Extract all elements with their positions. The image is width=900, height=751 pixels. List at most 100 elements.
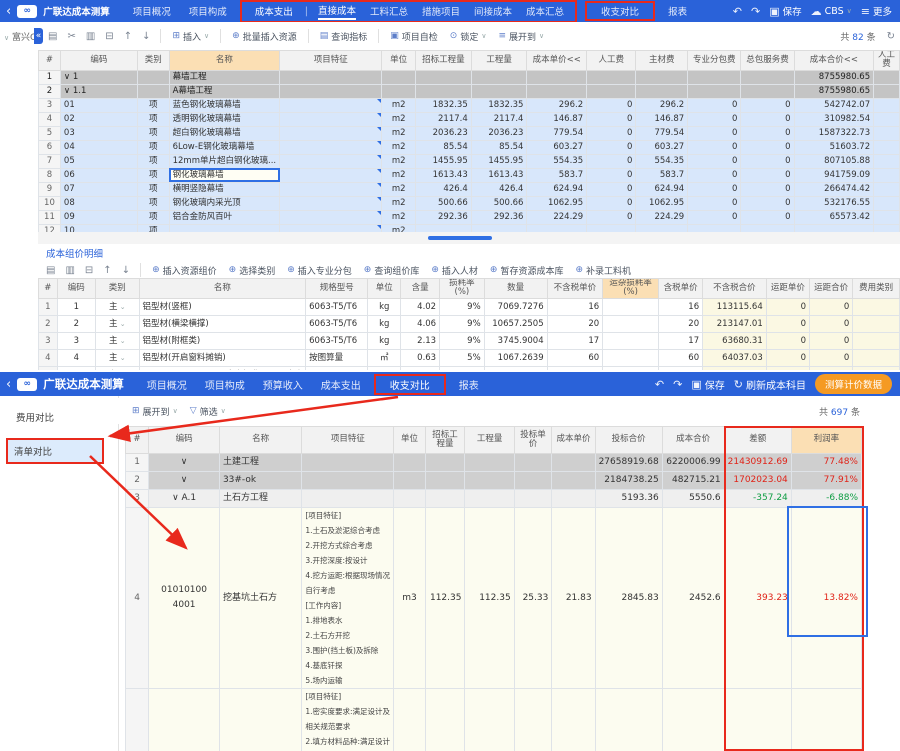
cell[interactable]: 0 bbox=[741, 126, 794, 140]
table-row[interactable]: 705项12mm单片超白钢化玻璃...m21455.951455.95554.3… bbox=[39, 154, 900, 168]
column-header[interactable]: # bbox=[126, 427, 149, 454]
cell[interactable]: 25.33 bbox=[514, 508, 552, 689]
expand-to-button[interactable]: ≡展开到∨ bbox=[498, 30, 544, 43]
refresh-cost-subjects-button[interactable]: ↻刷新成本科目 bbox=[734, 377, 806, 392]
column-header[interactable]: 专业分包费 bbox=[688, 51, 741, 71]
cell[interactable]: 1832.35 bbox=[471, 98, 527, 112]
cell[interactable] bbox=[169, 224, 279, 232]
cell[interactable]: 2 bbox=[126, 472, 149, 490]
cell[interactable] bbox=[547, 366, 603, 370]
cell[interactable]: 779.54 bbox=[527, 126, 587, 140]
cell[interactable] bbox=[465, 490, 514, 508]
table-row[interactable]: 503项超白钢化玻璃幕墙m22036.232036.23779.540779.5… bbox=[39, 126, 900, 140]
cell[interactable] bbox=[874, 84, 900, 98]
cell[interactable] bbox=[527, 70, 587, 84]
cell[interactable]: 4 bbox=[126, 508, 149, 689]
cell[interactable]: 75.83 bbox=[465, 689, 514, 751]
cell[interactable]: 9% bbox=[440, 298, 485, 315]
cell[interactable]: 6Low-E+12A+6mm中空钢化Low-E玻璃 bbox=[139, 366, 306, 370]
subtab-cost-summary[interactable]: 成本汇总 bbox=[526, 4, 564, 18]
cell[interactable]: 01010300 4001 bbox=[149, 689, 220, 751]
scrollbar-thumb[interactable] bbox=[428, 236, 492, 240]
cell[interactable]: 1455.95 bbox=[471, 154, 527, 168]
cell[interactable]: 主 bbox=[96, 366, 140, 370]
column-header[interactable]: 编码 bbox=[149, 427, 220, 454]
insert-button[interactable]: ⊞插入∨ bbox=[172, 30, 209, 43]
cell[interactable]: 横明竖隐幕墙 bbox=[169, 182, 279, 196]
cell[interactable]: 146.87 bbox=[636, 112, 688, 126]
cell[interactable]: 0 bbox=[766, 332, 809, 349]
cell[interactable]: 583.7 bbox=[636, 168, 688, 182]
cell[interactable]: 779.54 bbox=[636, 126, 688, 140]
table-row[interactable]: 3∨ A.1土石方工程5193.365550.6-357.24-6.88% bbox=[126, 490, 862, 508]
cell[interactable] bbox=[552, 454, 595, 472]
cell[interactable]: 0 bbox=[688, 112, 741, 126]
cell[interactable] bbox=[280, 126, 382, 140]
cell[interactable]: 槽、坑回填方 bbox=[219, 689, 301, 751]
cell[interactable]: 土石方工程 bbox=[219, 490, 301, 508]
column-header[interactable]: 运杂损耗率(%) bbox=[603, 279, 659, 299]
cell[interactable] bbox=[280, 140, 382, 154]
column-header[interactable]: 成本合价 bbox=[662, 427, 724, 454]
cell[interactable] bbox=[514, 472, 552, 490]
column-header[interactable]: 项目特征 bbox=[302, 427, 394, 454]
cut-icon[interactable]: ✂ bbox=[67, 31, 75, 42]
cell[interactable]: 0 bbox=[741, 140, 794, 154]
cell[interactable]: 0 bbox=[810, 298, 853, 315]
cell[interactable] bbox=[874, 182, 900, 196]
redo-icon[interactable]: ↷ bbox=[751, 5, 760, 18]
cell[interactable]: 0 bbox=[741, 168, 794, 182]
cell[interactable]: 33#-ok bbox=[219, 472, 301, 490]
cell[interactable] bbox=[465, 472, 514, 490]
cell[interactable]: 12mm单片超白钢化玻璃... bbox=[169, 154, 279, 168]
cell[interactable]: 项 bbox=[137, 224, 169, 232]
cell[interactable] bbox=[853, 349, 900, 366]
cell[interactable]: 310982.54 bbox=[794, 112, 874, 126]
cell[interactable]: 482715.21 bbox=[662, 472, 724, 490]
cell[interactable]: 01 bbox=[60, 98, 137, 112]
cell[interactable]: 426.4 bbox=[416, 182, 472, 196]
cell[interactable]: 5 bbox=[39, 366, 58, 370]
project-selector[interactable]: ∨ 富兴C bbox=[4, 30, 34, 43]
tab-project-structure[interactable]: 项目构成 bbox=[189, 4, 227, 18]
cell[interactable]: ∨ 1.1 bbox=[60, 84, 137, 98]
column-header[interactable]: 工程量 bbox=[471, 51, 527, 71]
cell[interactable] bbox=[688, 224, 741, 232]
sidebar-item-list-compare[interactable]: 清单对比 bbox=[6, 438, 104, 464]
expand-to-dropdown[interactable]: ⊞展开到∨ bbox=[132, 405, 178, 418]
cell[interactable] bbox=[874, 210, 900, 224]
cell[interactable] bbox=[603, 332, 659, 349]
cell[interactable]: 941759.09 bbox=[794, 168, 874, 182]
table-row[interactable]: 1210项m2 bbox=[39, 224, 900, 232]
cell[interactable]: 0 bbox=[587, 140, 636, 154]
column-header[interactable]: 成本单价<< bbox=[527, 51, 587, 71]
cell[interactable]: m2 bbox=[382, 182, 416, 196]
cell[interactable] bbox=[741, 70, 794, 84]
cell[interactable]: 583.7 bbox=[527, 168, 587, 182]
cell[interactable]: 10657.2505 bbox=[484, 315, 547, 332]
insert-labor-material-button[interactable]: ⊕插入人材 bbox=[431, 264, 478, 277]
cell[interactable]: 0 bbox=[810, 349, 853, 366]
cell[interactable] bbox=[741, 224, 794, 232]
cell[interactable] bbox=[874, 224, 900, 232]
column-header[interactable]: 名称 bbox=[169, 51, 279, 71]
subtab-direct-cost[interactable]: 直接成本 bbox=[318, 3, 356, 20]
cell[interactable]: ∨ bbox=[149, 472, 220, 490]
move-down-icon[interactable]: ↓ bbox=[142, 31, 150, 42]
cell[interactable]: 0 bbox=[688, 182, 741, 196]
cell[interactable]: 0 bbox=[741, 210, 794, 224]
cell[interactable]: 21.83 bbox=[552, 508, 595, 689]
cell[interactable]: m2 bbox=[382, 168, 416, 182]
column-header[interactable]: 项目特征 bbox=[280, 51, 382, 71]
cell[interactable] bbox=[853, 298, 900, 315]
cell[interactable]: 112.35 bbox=[465, 508, 514, 689]
cell[interactable]: 65573.42 bbox=[794, 210, 874, 224]
cell[interactable]: -44.69% bbox=[791, 689, 861, 751]
column-header[interactable]: 单位 bbox=[382, 51, 416, 71]
cell[interactable]: 0 bbox=[741, 154, 794, 168]
cell[interactable]: 624.94 bbox=[636, 182, 688, 196]
cell[interactable]: 项 bbox=[137, 182, 169, 196]
cell[interactable]: 01010100 4001 bbox=[149, 508, 220, 689]
cell[interactable]: ∨ 1 bbox=[60, 70, 137, 84]
cell[interactable]: 5 bbox=[126, 689, 149, 751]
